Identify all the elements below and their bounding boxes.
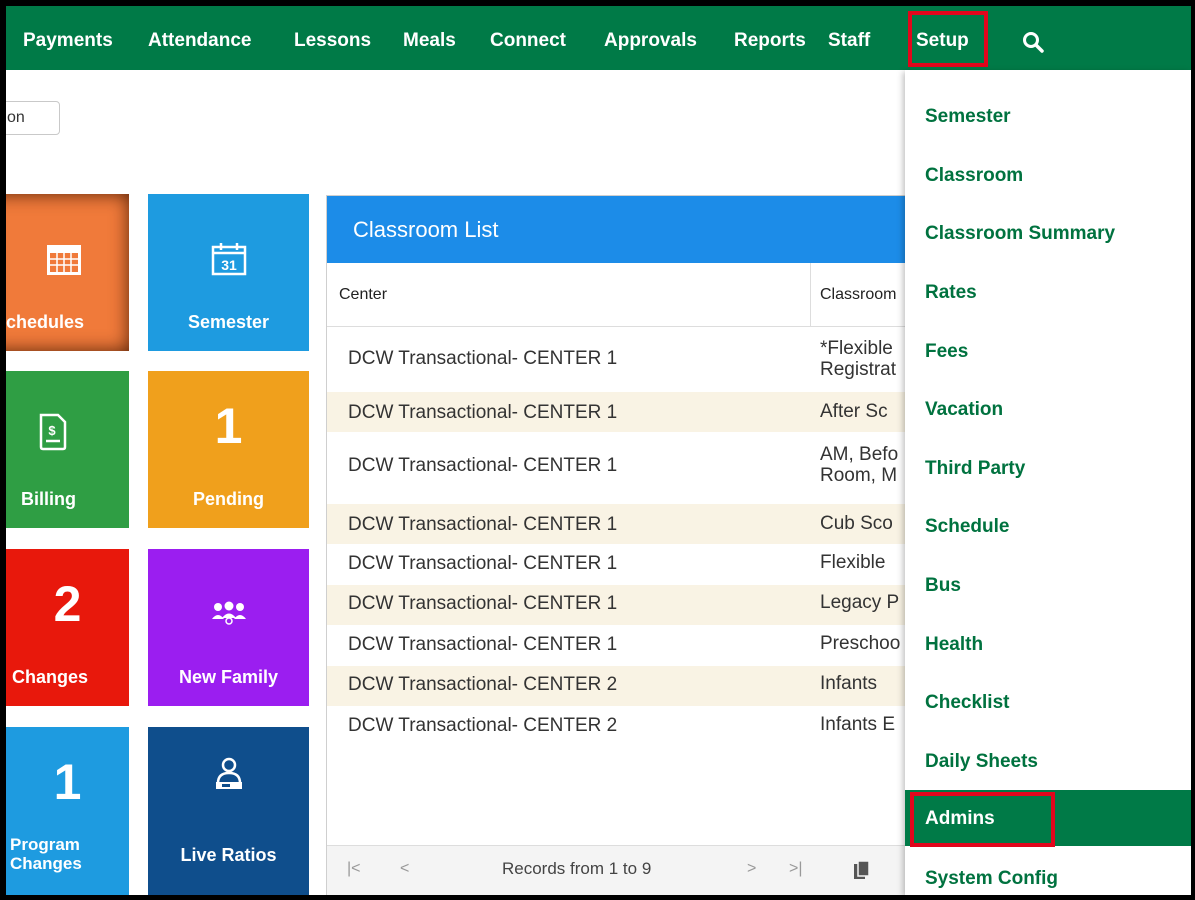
- setup-dropdown-menu: Semester Classroom Classroom Summary Rat…: [905, 70, 1191, 895]
- tile-pending[interactable]: 1 Pending: [148, 371, 309, 528]
- table-pager: |< < Records from 1 to 9 > >|: [327, 845, 925, 895]
- row-center: DCW Transactional- CENTER 1: [348, 634, 618, 655]
- row-classroom-cont: Registrat: [820, 359, 897, 380]
- column-header-classroom[interactable]: Classroom: [820, 286, 896, 304]
- pager-prev-button[interactable]: <: [400, 860, 409, 878]
- pager-records-text: Records from 1 to 9: [502, 859, 652, 878]
- menu-item-bus[interactable]: Bus: [925, 575, 961, 597]
- svg-text:$: $: [48, 423, 56, 438]
- menu-item-rates[interactable]: Rates: [925, 282, 977, 304]
- classroom-list-panel: Classroom List Center Classroom DCW Tran…: [326, 195, 926, 895]
- tile-schedules-label: chedules: [6, 312, 85, 332]
- tile-schedules[interactable]: chedules: [6, 194, 129, 351]
- row-classroom: AM, Befo: [820, 444, 899, 465]
- row-classroom: After Sc: [820, 401, 888, 422]
- nav-reports[interactable]: Reports: [734, 6, 806, 70]
- row-classroom: Legacy P: [820, 592, 900, 613]
- table-row[interactable]: DCW Transactional- CENTER 1 Cub Sco: [327, 504, 925, 544]
- menu-item-system-config[interactable]: System Config: [925, 868, 1058, 890]
- row-center: DCW Transactional- CENTER 1: [348, 553, 618, 574]
- family-group-icon: [211, 601, 246, 625]
- tile-changes-count: 2: [53, 576, 82, 632]
- menu-item-checklist[interactable]: Checklist: [925, 692, 1009, 714]
- pager-last-button[interactable]: >|: [789, 860, 803, 878]
- menu-item-schedule[interactable]: Schedule: [925, 516, 1009, 538]
- calendar-grid-icon: [47, 245, 81, 275]
- row-center: DCW Transactional- CENTER 2: [348, 674, 618, 695]
- invoice-icon: $: [39, 413, 67, 451]
- tile-pending-count: 1: [214, 398, 243, 454]
- tile-program-changes-count: 1: [53, 754, 82, 810]
- app-frame: Payments Attendance Lessons Meals Connec…: [6, 6, 1191, 895]
- row-classroom: Flexible: [820, 552, 886, 573]
- classroom-list-title: Classroom List: [327, 196, 925, 263]
- tile-program-changes[interactable]: 1 Program Changes: [6, 727, 129, 895]
- pager-first-button[interactable]: |<: [347, 860, 361, 878]
- setup-highlight-box: [908, 11, 988, 67]
- row-classroom: Infants E: [820, 714, 895, 735]
- nav-approvals[interactable]: Approvals: [604, 6, 697, 70]
- tile-changes-label: Changes: [12, 667, 89, 687]
- row-classroom-cont: Room, M: [820, 465, 898, 486]
- table-row[interactable]: DCW Transactional- CENTER 2 Infants E: [327, 707, 925, 747]
- row-center: DCW Transactional- CENTER 2: [348, 715, 618, 736]
- tile-program-changes-label-2: Changes: [10, 854, 82, 873]
- menu-item-semester[interactable]: Semester: [925, 106, 1011, 128]
- nav-connect[interactable]: Connect: [490, 6, 566, 70]
- tile-semester-label: Semester: [187, 312, 270, 332]
- pager-next-button[interactable]: >: [747, 860, 756, 878]
- tile-live-ratios-label: Live Ratios: [180, 845, 277, 865]
- table-row[interactable]: DCW Transactional- CENTER 1 Flexible: [327, 545, 925, 585]
- tile-billing[interactable]: $ Billing: [6, 371, 129, 528]
- row-classroom: Cub Sco: [820, 513, 893, 534]
- tile-changes[interactable]: 2 Changes: [6, 549, 129, 706]
- tile-new-family-label: New Family: [178, 667, 279, 687]
- top-nav-bar: Payments Attendance Lessons Meals Connec…: [6, 6, 1191, 70]
- tile-pending-label: Pending: [193, 489, 264, 509]
- teacher-icon: [215, 757, 242, 789]
- tile-program-changes-label-1: Program: [10, 835, 80, 854]
- copy-icon[interactable]: [853, 860, 871, 880]
- menu-item-classroom-summary[interactable]: Classroom Summary: [925, 223, 1115, 245]
- tile-new-family[interactable]: New Family: [148, 549, 309, 706]
- row-center: DCW Transactional- CENTER 1: [348, 402, 618, 423]
- nav-lessons[interactable]: Lessons: [294, 6, 371, 70]
- row-center: DCW Transactional- CENTER 1: [348, 514, 618, 535]
- table-row[interactable]: DCW Transactional- CENTER 1 Legacy P: [327, 585, 925, 625]
- tile-semester[interactable]: 31 Semester: [148, 194, 309, 351]
- row-classroom: Infants: [820, 673, 878, 694]
- table-row[interactable]: DCW Transactional- CENTER 1 AM, Befo Roo…: [327, 433, 925, 501]
- menu-item-daily-sheets[interactable]: Daily Sheets: [925, 751, 1038, 773]
- row-center: DCW Transactional- CENTER 1: [348, 455, 618, 476]
- menu-item-fees[interactable]: Fees: [925, 341, 968, 363]
- table-row[interactable]: DCW Transactional- CENTER 1 *Flexible Re…: [327, 328, 925, 390]
- tile-live-ratios[interactable]: Live Ratios: [148, 727, 309, 895]
- menu-item-health[interactable]: Health: [925, 634, 983, 656]
- menu-item-classroom[interactable]: Classroom: [925, 165, 1023, 187]
- calendar-31-text: 31: [221, 257, 237, 273]
- row-center: DCW Transactional- CENTER 1: [348, 348, 618, 369]
- column-header-center[interactable]: Center: [339, 286, 387, 304]
- nav-staff[interactable]: Staff: [828, 6, 870, 70]
- table-row[interactable]: DCW Transactional- CENTER 1 Preschoo: [327, 626, 925, 666]
- row-classroom: *Flexible: [820, 338, 893, 359]
- menu-item-third-party[interactable]: Third Party: [925, 458, 1025, 480]
- menu-item-admins[interactable]: Admins: [925, 808, 995, 830]
- tile-billing-label: Billing: [21, 489, 76, 509]
- nav-attendance[interactable]: Attendance: [148, 6, 251, 70]
- row-center: DCW Transactional- CENTER 1: [348, 593, 618, 614]
- nav-meals[interactable]: Meals: [403, 6, 456, 70]
- calendar-31-icon: 31: [211, 243, 246, 276]
- search-location-input[interactable]: on: [6, 101, 60, 135]
- menu-item-vacation[interactable]: Vacation: [925, 399, 1003, 421]
- row-classroom: Preschoo: [820, 633, 901, 654]
- nav-payments[interactable]: Payments: [23, 6, 113, 70]
- table-row[interactable]: DCW Transactional- CENTER 2 Infants: [327, 666, 925, 706]
- table-row[interactable]: DCW Transactional- CENTER 1 After Sc: [327, 392, 925, 432]
- table-header: Center Classroom: [327, 263, 925, 327]
- search-icon[interactable]: [1022, 31, 1044, 53]
